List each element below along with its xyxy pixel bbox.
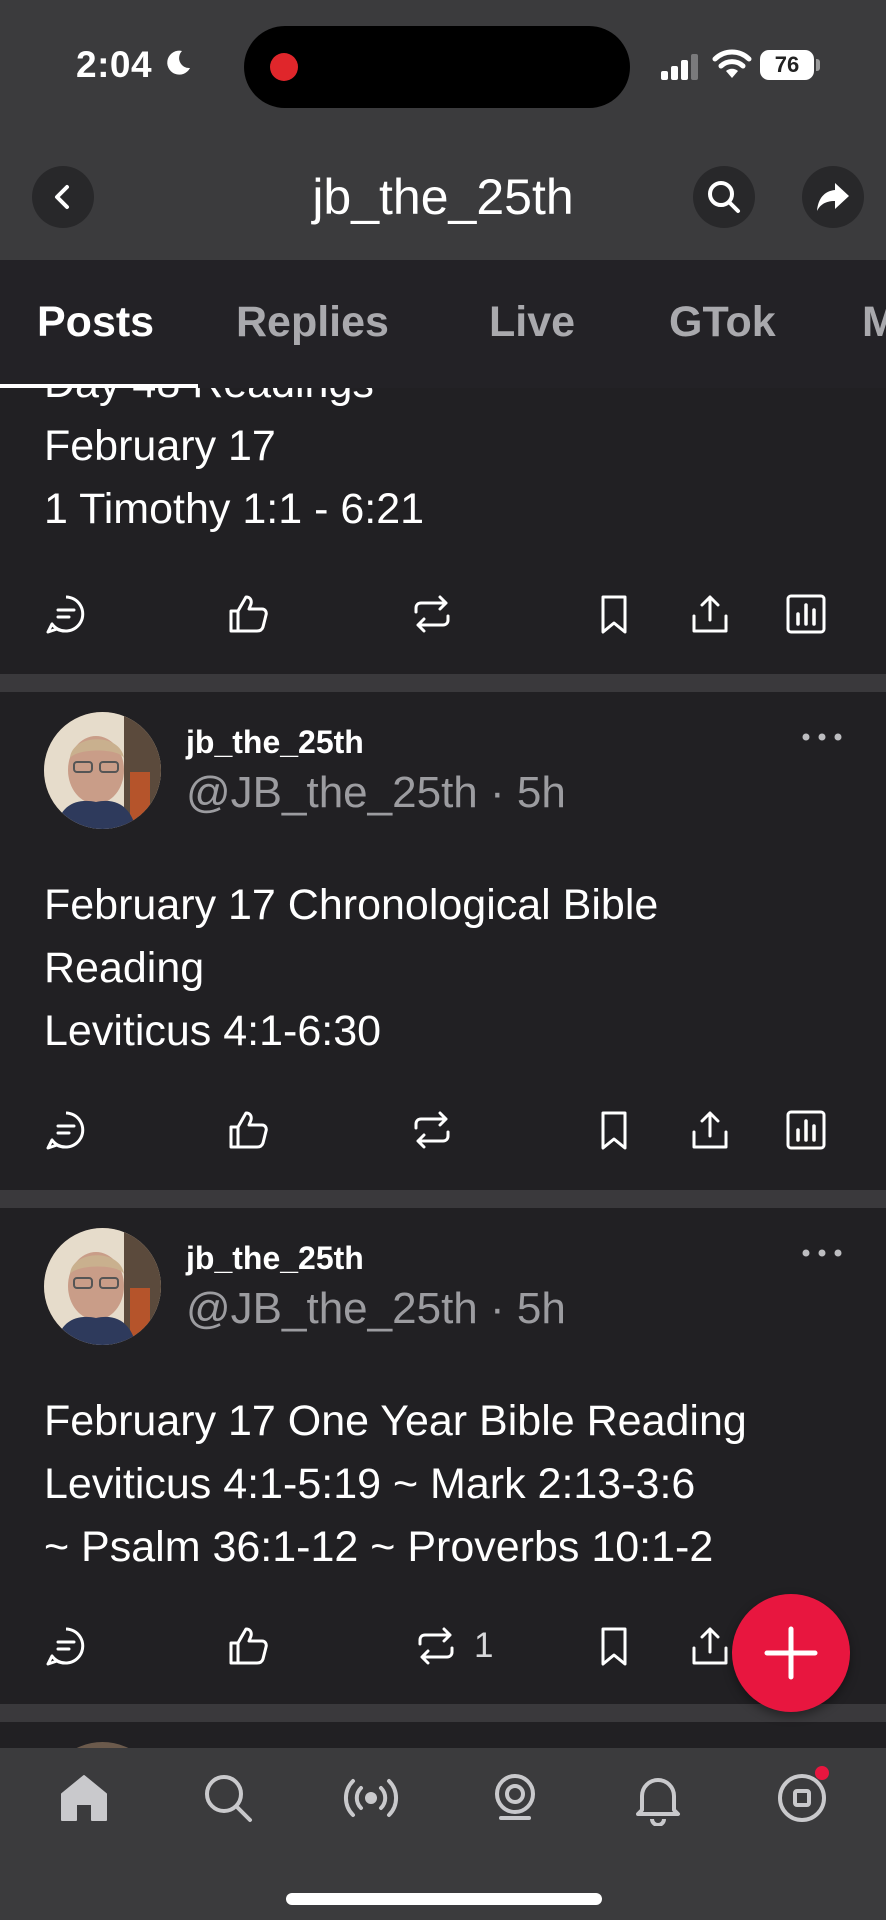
share-button[interactable] xyxy=(688,1108,732,1152)
avatar-image xyxy=(44,712,161,829)
tab-more[interactable]: M xyxy=(862,298,886,347)
post-handle-time: @JB_the_25th · 5h xyxy=(186,768,566,817)
tab-live[interactable]: Live xyxy=(489,298,575,347)
reply-button[interactable] xyxy=(44,1624,88,1668)
recording-indicator xyxy=(270,53,298,81)
cellular-signal-icon xyxy=(661,54,698,80)
notification-badge xyxy=(815,1766,829,1780)
tab-replies[interactable]: Replies xyxy=(236,298,389,347)
avatar[interactable] xyxy=(44,1228,161,1345)
share-button[interactable] xyxy=(688,592,732,636)
search-icon xyxy=(205,1775,252,1822)
stats-button[interactable] xyxy=(784,1108,828,1152)
post-text-line: February 17 One Year Bible Reading xyxy=(44,1397,747,1445)
reply-icon xyxy=(46,1111,85,1150)
avatar[interactable] xyxy=(44,712,161,829)
repost-button[interactable] xyxy=(414,1624,458,1668)
bell-icon xyxy=(636,1778,680,1827)
post-handle-time: @JB_the_25th · 5h xyxy=(186,1284,566,1333)
bookmark-button[interactable] xyxy=(592,592,636,636)
post-text-line: February 17 Chronological Bible xyxy=(44,881,659,929)
post-text-line: February 17 xyxy=(44,422,276,470)
status-bar: 2:04 76 xyxy=(0,0,886,130)
search-button[interactable] xyxy=(693,166,755,228)
repost-icon xyxy=(414,595,450,633)
back-button[interactable] xyxy=(32,166,94,228)
reply-button[interactable] xyxy=(44,592,88,636)
home-indicator[interactable] xyxy=(286,1893,602,1905)
share-profile-button[interactable] xyxy=(802,166,864,228)
repost-button[interactable] xyxy=(410,592,454,636)
home-icon xyxy=(61,1775,107,1821)
bookmark-icon xyxy=(601,1627,627,1666)
more-options-icon[interactable] xyxy=(800,1246,844,1260)
more-options-icon[interactable] xyxy=(800,730,844,744)
tab-posts[interactable]: Posts xyxy=(37,298,154,347)
wifi-icon xyxy=(712,49,752,78)
tab-gtok[interactable]: GTok xyxy=(669,298,776,347)
nav-home[interactable] xyxy=(56,1770,112,1826)
search-icon xyxy=(708,181,740,213)
repost-count: 1 xyxy=(474,1626,494,1665)
plus-icon xyxy=(764,1626,818,1680)
reply-icon xyxy=(46,595,85,634)
post-text-line: Day 48 Readings xyxy=(44,388,374,415)
profile-header: jb_the_25th xyxy=(0,130,886,260)
dynamic-island xyxy=(244,26,630,108)
post-username[interactable]: jb_the_25th xyxy=(186,724,364,761)
post-divider xyxy=(0,1190,886,1208)
reply-icon xyxy=(46,1627,85,1666)
posts-feed[interactable]: Day 48 Readings February 17 1 Timothy 1:… xyxy=(0,388,886,1748)
nav-notifications[interactable] xyxy=(630,1770,686,1827)
nav-live[interactable] xyxy=(343,1770,399,1826)
bottom-navigation xyxy=(0,1748,886,1920)
post-text-line: Leviticus 4:1-5:19 ~ Mark 2:13-3:6 xyxy=(44,1460,696,1508)
like-button[interactable] xyxy=(226,1624,270,1668)
share-icon xyxy=(692,595,728,633)
like-icon xyxy=(229,595,268,633)
like-button[interactable] xyxy=(226,592,270,636)
forward-arrow-icon xyxy=(817,183,849,211)
stats-button[interactable] xyxy=(784,592,828,636)
post-text-line: Leviticus 4:1-6:30 xyxy=(44,1007,382,1055)
post-divider xyxy=(0,1704,886,1722)
bookmark-icon xyxy=(601,595,627,634)
battery-level: 76 xyxy=(760,50,814,80)
stats-icon xyxy=(786,594,826,634)
profile-tabs: Posts Replies Live GTok M xyxy=(0,260,886,388)
post-divider xyxy=(0,674,886,692)
like-icon xyxy=(229,1111,268,1149)
post-username[interactable]: jb_the_25th xyxy=(186,1240,364,1277)
post-text-line: Reading xyxy=(44,944,205,992)
bookmark-button[interactable] xyxy=(592,1108,636,1152)
avatar-image xyxy=(44,1228,161,1345)
repost-icon xyxy=(418,1627,454,1665)
like-button[interactable] xyxy=(226,1108,270,1152)
stats-icon xyxy=(786,1110,826,1150)
battery-icon: 76 xyxy=(760,50,820,80)
repost-button[interactable] xyxy=(410,1108,454,1152)
post-text-line: 1 Timothy 1:1 - 6:21 xyxy=(44,485,425,533)
share-button[interactable] xyxy=(688,1624,732,1668)
bookmark-button[interactable] xyxy=(592,1624,636,1668)
bookmark-icon xyxy=(601,1111,627,1150)
live-broadcast-icon xyxy=(343,1779,399,1817)
nav-search[interactable] xyxy=(200,1770,256,1826)
nav-gtok[interactable] xyxy=(487,1770,543,1826)
share-icon xyxy=(692,1627,728,1665)
share-icon xyxy=(692,1111,728,1149)
repost-icon xyxy=(414,1111,450,1149)
reply-button[interactable] xyxy=(44,1108,88,1152)
moon-icon xyxy=(167,50,190,75)
chevron-left-icon xyxy=(55,185,69,209)
status-time: 2:04 xyxy=(76,44,153,85)
like-icon xyxy=(229,1627,268,1665)
gtok-icon xyxy=(495,1774,535,1820)
compose-button[interactable] xyxy=(732,1594,850,1712)
post-text-line: ~ Psalm 36:1-12 ~ Proverbs 10:1-2 xyxy=(44,1523,714,1571)
